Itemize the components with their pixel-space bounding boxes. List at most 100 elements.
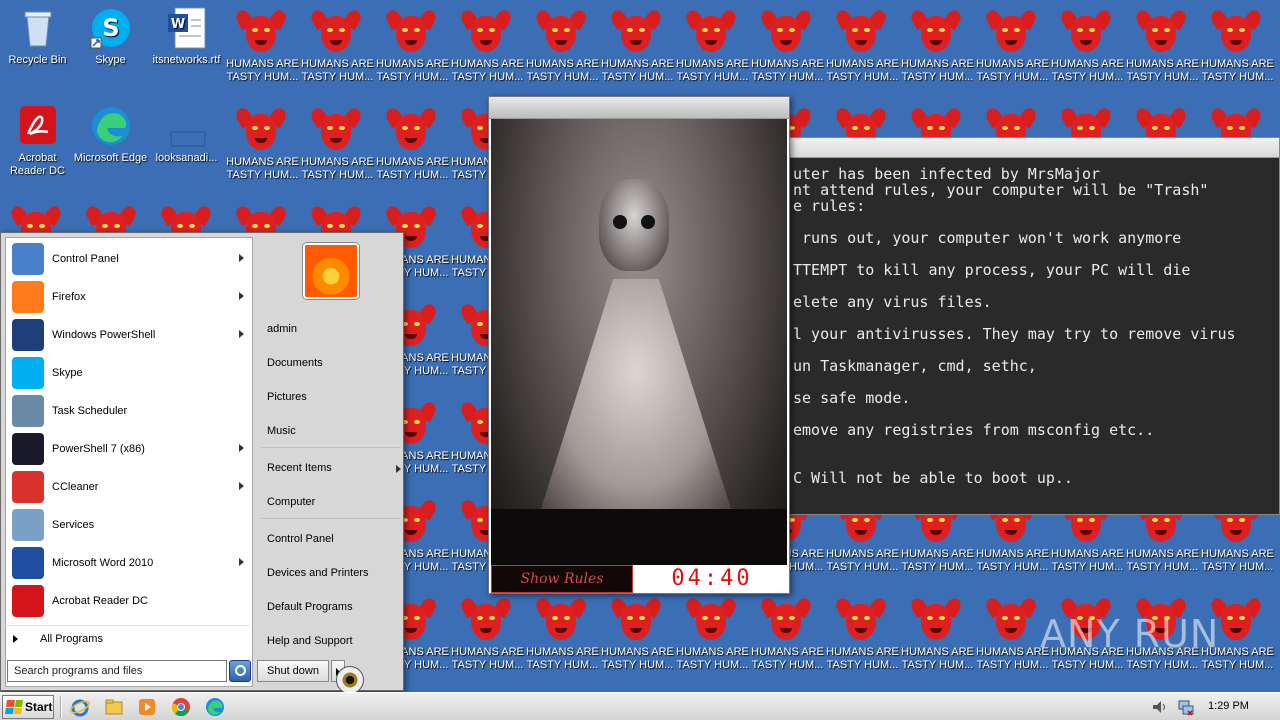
word-document-icon: W	[165, 6, 209, 50]
start-program-item[interactable]: Microsoft Word 2010	[8, 544, 252, 582]
rules-line: se safe mode.	[793, 389, 911, 407]
devil-icon	[383, 104, 439, 152]
start-right-default-programs[interactable]: Default Programs	[267, 601, 353, 613]
wallpaper-caption: HUMANS ARETASTY HUM...	[676, 58, 749, 83]
devil-icon	[233, 104, 289, 152]
chevron-right-icon	[239, 558, 244, 566]
rules-line	[793, 406, 1279, 422]
wallpaper-caption: HUMANS ARETASTY HUM...	[901, 646, 974, 671]
media-player-icon[interactable]	[137, 697, 157, 717]
start-program-item[interactable]: Firefox	[8, 278, 252, 316]
internet-explorer-icon[interactable]	[70, 697, 90, 717]
start-program-label: Acrobat Reader DC	[52, 595, 148, 607]
rules-line	[793, 310, 1279, 326]
desktop-icon-itsnetworks[interactable]: W itsnetworks.rtf	[149, 6, 224, 67]
wallpaper-caption: HUMANS ARETASTY HUM...	[976, 646, 1049, 671]
edge-icon	[89, 104, 133, 148]
wallpaper-caption: HUMANS ARETASTY HUM...	[901, 548, 974, 573]
start-right-computer[interactable]: Computer	[267, 496, 315, 508]
wallpaper-caption: HUMANS ARETASTY HUM...	[301, 156, 374, 181]
rules-line	[793, 374, 1279, 390]
start-right-pictures[interactable]: Pictures	[267, 391, 307, 403]
devil-icon	[1133, 6, 1189, 54]
start-program-item[interactable]: PowerShell 7 (x86)	[8, 430, 252, 468]
devil-icon	[908, 594, 964, 642]
powershell7-icon	[12, 433, 44, 465]
wallpaper-tile: HUMANS ARETASTY HUM...	[375, 98, 450, 196]
devil-icon	[608, 6, 664, 54]
search-icon[interactable]	[229, 660, 251, 682]
start-right-recent-items[interactable]: Recent Items	[267, 462, 401, 474]
windows-logo-icon	[5, 700, 23, 714]
word-icon	[12, 547, 44, 579]
wallpaper-tile: HUMANS ARETASTY HUM...	[675, 0, 750, 98]
chrome-icon[interactable]	[171, 697, 191, 717]
rules-line: runs out, your computer won't work anymo…	[793, 229, 1182, 247]
wallpaper-caption: HUMANS ARETASTY HUM...	[376, 156, 449, 181]
wallpaper-caption: HUMANS ARETASTY HUM...	[376, 58, 449, 83]
start-right-control-panel[interactable]: Control Panel	[267, 533, 334, 545]
user-picture[interactable]	[303, 243, 359, 299]
start-right-documents[interactable]: Documents	[267, 357, 323, 369]
powershell-icon	[12, 319, 44, 351]
wallpaper-caption: HUMANS ARETASTY HUM...	[451, 58, 524, 83]
wallpaper-tile: HUMANS ARETASTY HUM...	[375, 0, 450, 98]
ccleaner-icon	[12, 471, 44, 503]
desktop-icon-acrobat[interactable]: Acrobat Reader DC	[0, 104, 75, 178]
wallpaper-tile: HUMANS ARETASTY HUM...	[225, 98, 300, 196]
wallpaper-caption: HUMANS ARETASTY HUM...	[301, 58, 374, 83]
doll-window-titlebar[interactable]	[489, 97, 789, 119]
wallpaper-tile: HUMANS ARETASTY HUM...	[300, 98, 375, 196]
rules-line	[793, 278, 1279, 294]
desktop-icon-skype[interactable]: S Skype	[73, 6, 148, 67]
wallpaper-caption: HUMANS ARETASTY HUM...	[901, 58, 974, 83]
all-programs-button[interactable]: All Programs	[5, 625, 249, 651]
devil-icon	[233, 6, 289, 54]
desktop-icon-looksanadi[interactable]: looksanadi...	[149, 104, 224, 165]
rules-window-titlebar[interactable]	[787, 138, 1279, 158]
start-right-music[interactable]: Music	[267, 425, 296, 437]
start-program-item[interactable]: Windows PowerShell	[8, 316, 252, 354]
taskbar-clock[interactable]: 1:29 PM	[1208, 700, 1249, 712]
show-rules-button[interactable]: Show Rules	[491, 565, 633, 593]
start-program-item[interactable]: Services	[8, 506, 252, 544]
svg-text:S: S	[102, 14, 119, 42]
desktop-icon-edge[interactable]: Microsoft Edge	[73, 104, 148, 165]
shutdown-button[interactable]: Shut down	[257, 660, 329, 682]
wallpaper-tile: HUMANS ARETASTY HUM...	[1125, 0, 1200, 98]
start-search-input[interactable]: Search programs and files	[7, 660, 227, 682]
volume-icon[interactable]	[1150, 697, 1170, 717]
desktop-icon-recycle-bin[interactable]: Recycle Bin	[0, 6, 75, 67]
separator	[261, 447, 401, 448]
network-icon[interactable]	[1176, 697, 1196, 717]
start-right-devices-printers[interactable]: Devices and Printers	[267, 567, 369, 579]
doll-floor	[491, 509, 787, 565]
start-program-item[interactable]: Acrobat Reader DC	[8, 582, 252, 620]
start-program-item[interactable]: CCleaner	[8, 468, 252, 506]
wallpaper-tile: HUMANS ARETASTY HUM...	[600, 0, 675, 98]
wallpaper-tile: HUMANS ARETASTY HUM...	[450, 0, 525, 98]
acrobat-icon	[16, 104, 60, 148]
start-button[interactable]: Start	[2, 695, 54, 719]
all-programs-label: All Programs	[40, 632, 103, 645]
skype-icon: S	[89, 6, 133, 50]
wallpaper-caption: HUMANS ARETASTY HUM...	[826, 58, 899, 83]
wallpaper-caption: HUMANS ARETASTY HUM...	[751, 646, 824, 671]
start-right-user[interactable]: admin	[267, 323, 297, 335]
wallpaper-caption: HUMANS ARETASTY HUM...	[976, 548, 1049, 573]
wallpaper-caption: HUMANS ARETASTY HUM...	[451, 646, 524, 671]
devil-icon	[983, 6, 1039, 54]
wallpaper-caption: HUMANS ARETASTY HUM...	[226, 156, 299, 181]
wallpaper-tile: HUMANS ARETASTY HUM...	[750, 588, 825, 686]
edge-taskbar-icon[interactable]	[205, 697, 225, 717]
start-program-item[interactable]: Skype	[8, 354, 252, 392]
devil-icon	[758, 6, 814, 54]
rules-text: uter has been infected by MrsMajor nt att…	[787, 158, 1279, 486]
file-explorer-icon[interactable]	[104, 697, 124, 717]
desktop-icon-label: Acrobat Reader DC	[9, 152, 66, 177]
start-right-help-support[interactable]: Help and Support	[267, 635, 353, 647]
rules-line	[793, 454, 1279, 470]
devil-icon	[308, 104, 364, 152]
start-program-item[interactable]: Task Scheduler	[8, 392, 252, 430]
start-program-item[interactable]: Control Panel	[8, 240, 252, 278]
